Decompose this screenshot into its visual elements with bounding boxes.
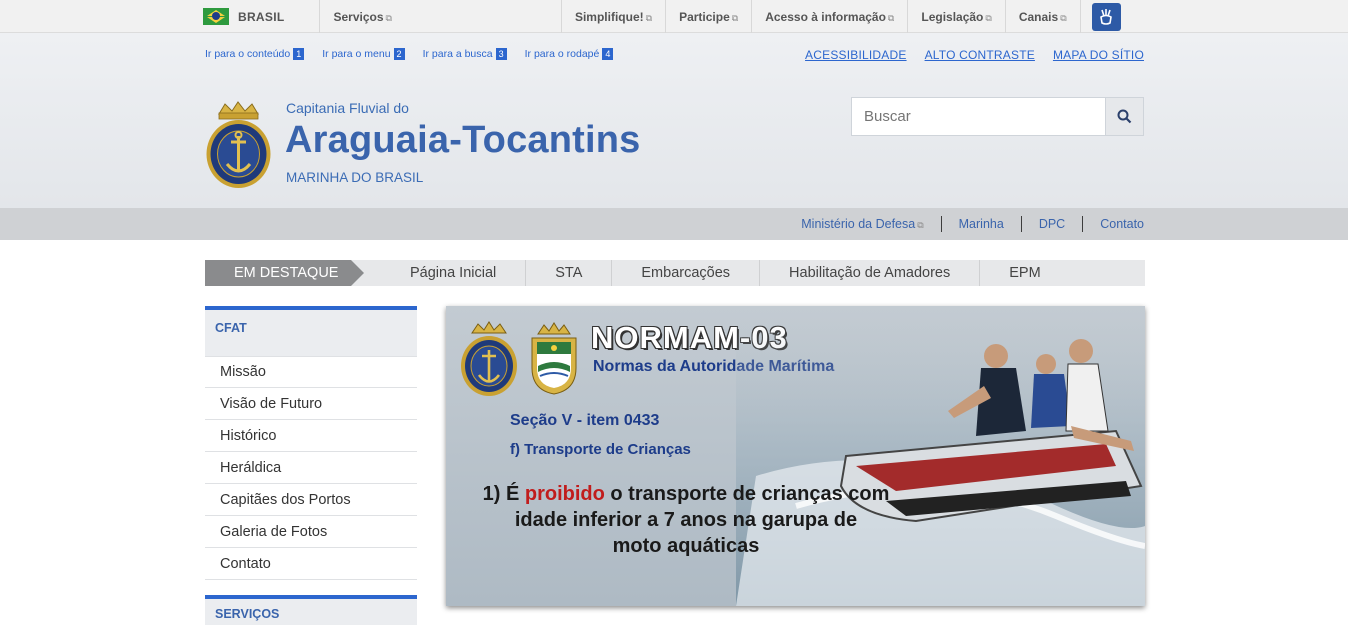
capitania-emblem-icon — [531, 322, 577, 395]
gov-link-canais[interactable]: Canais ⧉ — [1006, 10, 1080, 24]
skip-to-search-link[interactable]: Ir para a busca 3 — [423, 48, 507, 60]
gov-link-legislacao[interactable]: Legislação ⧉ — [908, 10, 1004, 24]
gov-link-simplifique[interactable]: Simplifique! ⧉ — [562, 10, 665, 24]
accessibility-links: ACESSIBILIDADE ALTO CONTRASTE MAPA DO SÍ… — [805, 48, 1144, 62]
external-link-icon: ⧉ — [385, 12, 392, 23]
skip-to-content-link[interactable]: Ir para o conteúdo 1 — [205, 48, 305, 60]
service-link-contato[interactable]: Contato — [1083, 217, 1144, 231]
banner-section: Seção V - item 0433 — [510, 412, 660, 429]
sidebar: CFAT Missão Visão de Futuro Histórico He… — [205, 306, 417, 580]
service-link-dpc[interactable]: DPC — [1022, 217, 1082, 231]
tab-embarcacoes[interactable]: Embarcações — [612, 260, 761, 286]
tab-habilitacao-amadores[interactable]: Habilitação de Amadores — [760, 260, 981, 286]
site-subtitle: MARINHA DO BRASIL — [286, 170, 424, 185]
sidebar-item-historico[interactable]: Histórico — [205, 420, 417, 452]
service-link-ministerio-defesa[interactable]: Ministério da Defesa ⧉ — [784, 217, 940, 231]
gov-link-acesso-informacao[interactable]: Acesso à informação ⧉ — [752, 10, 907, 24]
banner-body-text: 1) É proibido o transporte de crianças c… — [482, 483, 890, 557]
tab-epm[interactable]: EPM — [980, 260, 1069, 286]
external-link-icon: ⧉ — [985, 12, 992, 23]
external-link-icon: ⧉ — [731, 12, 739, 23]
main-menu-tabs: EM DESTAQUE Página Inicial STA Embarcaçõ… — [205, 260, 1145, 286]
skip-to-footer-link[interactable]: Ir para o rodapé 4 — [525, 48, 614, 60]
search-input[interactable] — [852, 98, 1105, 135]
search-box — [851, 97, 1144, 136]
external-link-icon: ⧉ — [917, 220, 924, 230]
service-links: Ministério da Defesa ⧉ Marinha DPC Contat… — [784, 208, 1144, 240]
sidebar-heading-servicos: SERVIÇOS — [205, 595, 417, 625]
sidebar-item-capitaes-portos[interactable]: Capitães dos Portos — [205, 484, 417, 516]
sidebar-item-missao[interactable]: Missão — [205, 356, 417, 388]
divider — [1079, 0, 1081, 33]
sidebar-item-galeria-fotos[interactable]: Galeria de Fotos — [205, 516, 417, 548]
vlibras-icon[interactable] — [1091, 2, 1121, 31]
tab-sta[interactable]: STA — [526, 260, 613, 286]
gov-link-servicos[interactable]: Serviços ⧉ — [320, 10, 404, 24]
gov-bar: BRASIL Serviços ⧉ Simplifique! ⧉ Participe… — [0, 0, 1348, 33]
skip-to-menu-link[interactable]: Ir para o menu 2 — [322, 48, 405, 60]
jetski-photo — [736, 316, 1145, 606]
brazil-flag-icon[interactable] — [203, 8, 229, 25]
sidebar-item-heraldica[interactable]: Heráldica — [205, 452, 417, 484]
sidebar-heading-cfat: CFAT — [205, 306, 417, 356]
site-pre-title: Capitania Fluvial do — [286, 100, 409, 116]
service-bar: Ministério da Defesa ⧉ Marinha DPC Contat… — [0, 208, 1348, 240]
service-link-marinha[interactable]: Marinha — [942, 217, 1021, 231]
site-header: Ir para o conteúdo 1 Ir para o menu 2 Ir p… — [0, 33, 1348, 208]
accessibility-link[interactable]: ACESSIBILIDADE — [805, 48, 907, 62]
external-link-icon: ⧉ — [645, 12, 653, 23]
navy-emblem-icon[interactable] — [205, 100, 272, 190]
search-button[interactable] — [1105, 98, 1143, 135]
sidebar-item-visao-futuro[interactable]: Visão de Futuro — [205, 388, 417, 420]
search-icon — [1117, 109, 1132, 124]
brasil-link[interactable]: BRASIL — [238, 10, 284, 24]
gov-bar-inner: BRASIL Serviços ⧉ Simplifique! ⧉ Participe… — [203, 0, 1148, 33]
sidebar-item-contato[interactable]: Contato — [205, 548, 417, 580]
external-link-icon: ⧉ — [887, 12, 895, 23]
tab-pagina-inicial[interactable]: Página Inicial — [384, 260, 527, 286]
gov-link-participe[interactable]: Participe ⧉ — [666, 10, 751, 24]
site-title[interactable]: Araguaia-Tocantins — [285, 119, 641, 162]
high-contrast-link[interactable]: ALTO CONTRASTE — [925, 48, 1035, 62]
banner-item: f) Transporte de Crianças — [510, 441, 691, 458]
sitemap-link[interactable]: MAPA DO SÍTIO — [1053, 48, 1144, 62]
featured-banner[interactable]: NORMAM-03 Normas da Autoridade Marítima … — [446, 306, 1145, 606]
tab-em-destaque[interactable]: EM DESTAQUE — [205, 260, 364, 286]
skip-links: Ir para o conteúdo 1 Ir para o menu 2 Ir p… — [205, 48, 614, 60]
external-link-icon: ⧉ — [1060, 12, 1067, 23]
navy-emblem-icon — [461, 321, 517, 396]
